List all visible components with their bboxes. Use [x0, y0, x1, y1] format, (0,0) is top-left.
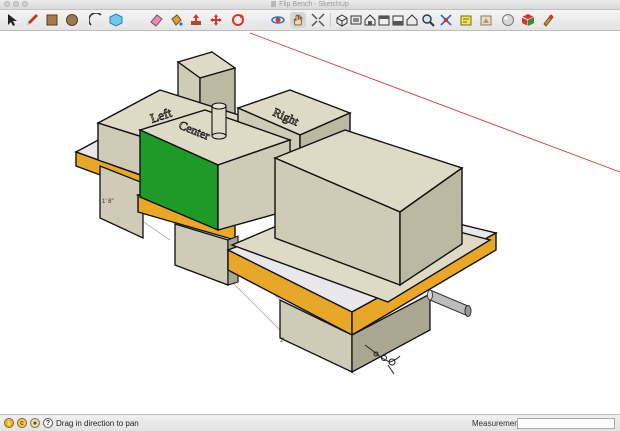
top-view-icon: [350, 15, 362, 25]
left-view[interactable]: [404, 12, 420, 28]
rectangle-icon: [46, 14, 58, 26]
magnifier-icon: [422, 14, 435, 27]
paint-bucket-tool[interactable]: [168, 12, 184, 28]
pencil-tool[interactable]: [24, 12, 40, 28]
extension-icon: [543, 14, 554, 27]
share-model[interactable]: [478, 12, 494, 28]
arc-tool[interactable]: [88, 12, 104, 28]
title-bar: Flip Bench - SketchUp: [0, 0, 620, 10]
orbit-icon: [271, 16, 285, 24]
front-view-icon: [364, 14, 376, 26]
zoom-tool[interactable]: [420, 12, 436, 28]
window-title-text: Flip Bench - SketchUp: [279, 1, 349, 8]
zoom-extents-icon: [311, 13, 325, 27]
window-title: Flip Bench - SketchUp: [0, 0, 620, 9]
iso-view-icon: [336, 14, 348, 27]
zoom-extents-tool[interactable]: [310, 12, 326, 28]
paint-bucket-icon: [171, 14, 183, 26]
right-view-icon: [378, 15, 390, 26]
main-toolbar: [0, 10, 620, 31]
help-icon[interactable]: ?: [43, 418, 53, 428]
side-pipe: [427, 289, 472, 317]
arrow-cursor-icon: [8, 14, 17, 26]
user-account-icon[interactable]: ●: [30, 418, 40, 428]
pan-tool[interactable]: [290, 12, 306, 28]
status-message: Drag in direction to pan: [56, 419, 139, 428]
credits-icon[interactable]: c: [17, 418, 27, 428]
orbit-tool[interactable]: [270, 12, 286, 28]
left-view-icon: [406, 14, 418, 26]
move-icon: [210, 14, 222, 26]
styles-icon: [502, 14, 514, 26]
status-bar: i c ● ? Drag in direction to pan Measure…: [0, 414, 620, 431]
get-models[interactable]: [458, 12, 474, 28]
back-view-icon: [392, 15, 404, 26]
circle-icon: [66, 14, 78, 26]
make-component-tool[interactable]: [108, 12, 124, 28]
measurements-input[interactable]: [517, 418, 615, 429]
styles[interactable]: [500, 12, 516, 28]
arc-icon: [89, 13, 102, 26]
pencil-icon: [27, 14, 38, 25]
move-tool[interactable]: [208, 12, 224, 28]
eraser-tool[interactable]: [148, 12, 164, 28]
center-post-top: [211, 102, 227, 110]
model-canvas: Left Right Center 1' 8" 2': [74, 32, 620, 376]
rectangle-tool[interactable]: [44, 12, 60, 28]
rotate-icon: [232, 14, 244, 26]
model-viewport[interactable]: Left Right Center 1' 8" 2': [0, 31, 620, 414]
toolbar-separator: [330, 13, 331, 27]
components-icon: [521, 14, 535, 26]
extension-warehouse[interactable]: [540, 12, 556, 28]
zoom-window-icon: [440, 14, 452, 26]
document-icon: [271, 1, 277, 7]
zoom-window-tool[interactable]: [438, 12, 454, 28]
components[interactable]: [520, 12, 536, 28]
push-pull-tool[interactable]: [188, 12, 204, 28]
share-model-icon: [480, 15, 492, 26]
component-icon: [109, 13, 123, 27]
select-tool[interactable]: [4, 12, 20, 28]
3d-warehouse-icon: [460, 15, 472, 26]
rotate-tool[interactable]: [230, 12, 246, 28]
geo-location-icon[interactable]: i: [4, 418, 14, 428]
dimension-left-label: 1' 8": [102, 199, 114, 205]
eraser-icon: [150, 14, 163, 27]
pan-hand-icon: [293, 14, 303, 26]
sketchup-window: Flip Bench - SketchUp Left Right Center …: [0, 0, 620, 431]
push-pull-icon: [191, 14, 201, 25]
center-post: [211, 105, 227, 137]
dimension-bottom-label: 2': [280, 338, 284, 344]
circle-tool[interactable]: [64, 12, 80, 28]
